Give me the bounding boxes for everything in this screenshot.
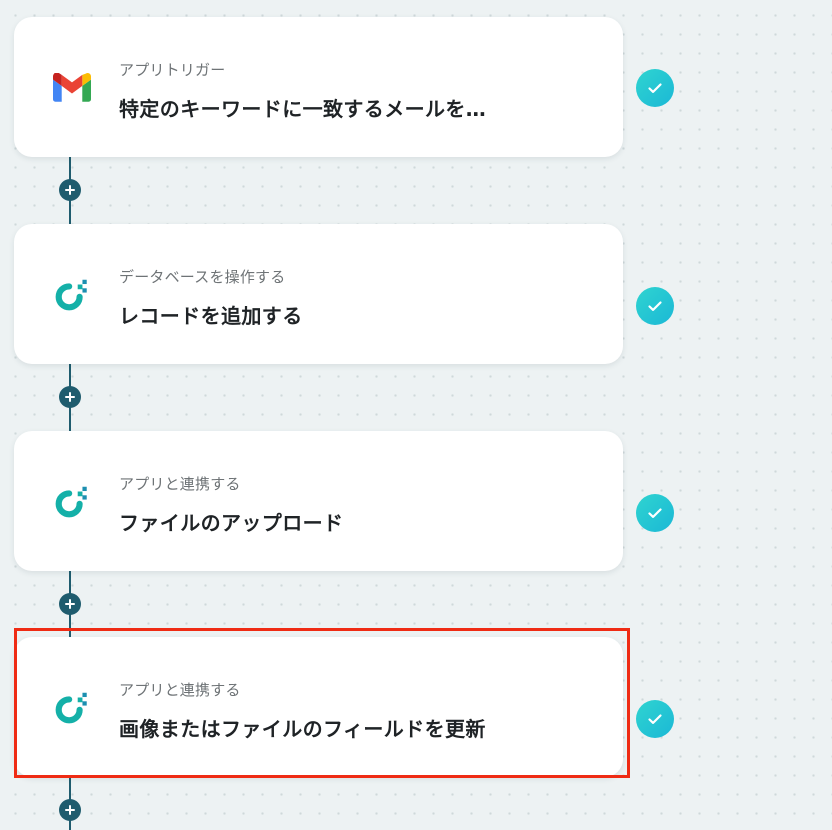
- step-subtitle: アプリと連携する: [119, 681, 241, 699]
- flow-step-card-file-upload[interactable]: アプリと連携する ファイルのアップロード: [14, 431, 623, 571]
- gmail-icon: [50, 65, 94, 109]
- add-step-button[interactable]: [59, 386, 81, 408]
- step-subtitle: アプリトリガー: [119, 61, 226, 79]
- check-icon: [636, 700, 674, 738]
- plus-icon: [65, 392, 75, 402]
- yoom-icon: [50, 479, 94, 523]
- plus-icon: [65, 805, 75, 815]
- step-subtitle: アプリと連携する: [119, 475, 241, 493]
- plus-icon: [65, 599, 75, 609]
- add-step-button[interactable]: [59, 799, 81, 821]
- yoom-icon: [50, 685, 94, 729]
- flow-step-card-gmail-trigger[interactable]: アプリトリガー 特定のキーワードに一致するメールを…: [14, 17, 623, 157]
- check-icon: [636, 69, 674, 107]
- flow-step-card-update-file-field[interactable]: アプリと連携する 画像またはファイルのフィールドを更新: [14, 637, 623, 777]
- step-title: 特定のキーワードに一致するメールを…: [119, 97, 487, 121]
- yoom-icon: [50, 272, 94, 316]
- plus-icon: [65, 185, 75, 195]
- flow-step-card-add-record[interactable]: データベースを操作する レコードを追加する: [14, 224, 623, 364]
- step-subtitle: データベースを操作する: [119, 268, 286, 286]
- step-title: ファイルのアップロード: [119, 511, 344, 535]
- check-icon: [636, 494, 674, 532]
- step-title: 画像またはファイルのフィールドを更新: [119, 717, 486, 741]
- add-step-button[interactable]: [59, 179, 81, 201]
- check-icon: [636, 287, 674, 325]
- add-step-button[interactable]: [59, 593, 81, 615]
- step-title: レコードを追加する: [119, 304, 303, 328]
